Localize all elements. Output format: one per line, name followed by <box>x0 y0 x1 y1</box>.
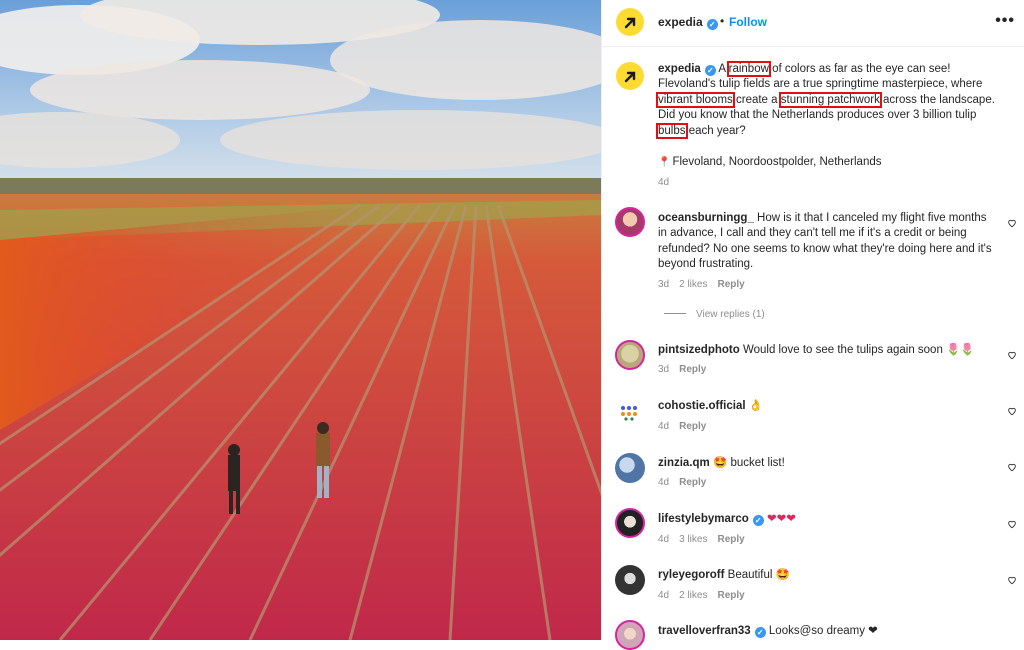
reply-button[interactable]: Reply <box>717 279 744 290</box>
avatar[interactable] <box>615 453 645 483</box>
separator-dot: • <box>720 14 725 28</box>
comment-time[interactable]: 4d <box>658 590 669 601</box>
expedia-logo-icon <box>624 71 636 83</box>
comment-meta: 3d 2 likes Reply <box>658 279 755 290</box>
comment-text: zinzia.qm 🤩 bucket list! <box>658 456 994 471</box>
comment-username[interactable]: cohostie.official <box>658 400 746 412</box>
comment-content: 🤩 bucket list! <box>709 457 785 469</box>
comment-time[interactable]: 4d <box>658 477 669 488</box>
view-replies-button[interactable]: View replies (1) <box>664 309 765 320</box>
reply-button[interactable]: Reply <box>679 421 706 432</box>
comment-content: ❤❤❤ <box>763 513 796 525</box>
reply-button[interactable]: Reply <box>679 364 706 375</box>
reply-button[interactable]: Reply <box>717 590 744 601</box>
caption-avatar[interactable] <box>616 62 644 90</box>
comment-likes[interactable]: 2 likes <box>679 590 707 601</box>
reply-button[interactable]: Reply <box>679 477 706 488</box>
comment-meta: 4d Reply <box>658 421 716 432</box>
caption-username[interactable]: expedia <box>658 63 701 75</box>
post-header: expedia ✓ • Follow ••• <box>602 0 1024 47</box>
comment-time[interactable]: 4d <box>658 421 669 432</box>
cohostie-logo-icon <box>621 406 637 421</box>
comment-content: Beautiful 🤩 <box>724 569 790 581</box>
caption-text: each year? <box>685 124 746 137</box>
avatar[interactable] <box>615 397 645 427</box>
divider-line <box>664 313 686 314</box>
comment-username[interactable]: zinzia.qm <box>658 457 710 469</box>
highlight-vibrant-blooms: vibrant blooms <box>656 91 735 108</box>
avatar[interactable] <box>615 340 645 370</box>
comment-time[interactable]: 3d <box>658 364 669 375</box>
post-time[interactable]: 4d <box>658 177 669 188</box>
comment-meta: 4d Reply <box>658 477 716 488</box>
caption-text: A <box>715 63 729 75</box>
heart-icon[interactable] <box>1007 519 1017 529</box>
avatar[interactable] <box>615 207 645 237</box>
heart-icon[interactable] <box>1007 575 1017 585</box>
highlight-stunning-patchwork: stunning patchwork <box>778 91 882 108</box>
comment-meta: 4d 2 likes Reply <box>658 590 755 601</box>
highlight-rainbow: rainbow <box>726 61 771 77</box>
comment-username[interactable]: pintsizedphoto <box>658 344 740 356</box>
verified-badge-icon: ✓ <box>706 19 718 30</box>
post-location[interactable]: 📍 Flevoland, Noordoostpolder, Netherlands <box>658 156 882 168</box>
expedia-avatar[interactable] <box>616 8 644 36</box>
comment-text: pintsizedphoto Would love to see the tul… <box>658 343 994 358</box>
more-options-icon[interactable]: ••• <box>995 12 1015 30</box>
view-replies-label[interactable]: View replies (1) <box>696 309 765 320</box>
verified-badge-icon: ✓ <box>754 627 766 638</box>
follow-button[interactable]: Follow <box>729 15 767 29</box>
heart-icon[interactable] <box>1007 406 1017 416</box>
heart-icon[interactable] <box>1007 350 1017 360</box>
comment-text: cohostie.official 👌 <box>658 399 994 414</box>
comment-username[interactable]: ryleyegoroff <box>658 569 724 581</box>
reply-button[interactable]: Reply <box>717 534 744 545</box>
post-caption: expedia ✓ A rainbow of colors as far as t… <box>656 61 1002 139</box>
avatar[interactable] <box>615 620 645 650</box>
comment-likes[interactable]: 3 likes <box>679 534 707 545</box>
verified-badge-icon: ✓ <box>704 65 716 76</box>
comment-time[interactable]: 3d <box>658 279 669 290</box>
comment-text: travelloverfran33 ✓ Looks@so dreamy ❤ <box>658 624 994 639</box>
location-pin-icon: 📍 <box>658 157 671 168</box>
highlight-bulbs: bulbs <box>656 122 688 139</box>
header-username[interactable]: expedia ✓ <box>658 15 718 30</box>
avatar[interactable] <box>615 508 645 538</box>
post-panel: expedia ✓ • Follow ••• expedia ✓ A rainbow… <box>601 0 1024 650</box>
comment-likes[interactable]: 2 likes <box>679 279 707 290</box>
comment-meta: 3d Reply <box>658 364 716 375</box>
comment-username[interactable]: oceansburningg_ <box>658 212 754 224</box>
comment-username[interactable]: lifestylebymarco <box>658 513 749 525</box>
heart-icon[interactable] <box>1007 218 1017 228</box>
location-text[interactable]: Flevoland, Noordoostpolder, Netherlands <box>672 156 881 168</box>
comment-time[interactable]: 4d <box>658 534 669 545</box>
post-photo <box>0 0 601 640</box>
expedia-logo-icon <box>624 17 636 29</box>
avatar[interactable] <box>615 565 645 595</box>
verified-badge-icon: ✓ <box>752 515 764 526</box>
comment-username[interactable]: travelloverfran33 <box>658 625 751 637</box>
comment-content: Would love to see the tulips again soon … <box>739 344 975 356</box>
comment-content: 👌 <box>745 400 764 412</box>
comment-text: oceansburningg_ How is it that I cancele… <box>658 211 994 273</box>
caption-text: create a <box>732 93 781 106</box>
comment-text: ryleyegoroff Beautiful 🤩 <box>658 568 994 583</box>
heart-icon[interactable] <box>1007 462 1017 472</box>
comment-meta: 4d 3 likes Reply <box>658 534 755 545</box>
comment-content: Looks@so dreamy ❤ <box>765 625 878 637</box>
comment-text: lifestylebymarco ✓ ❤❤❤ <box>658 512 994 527</box>
